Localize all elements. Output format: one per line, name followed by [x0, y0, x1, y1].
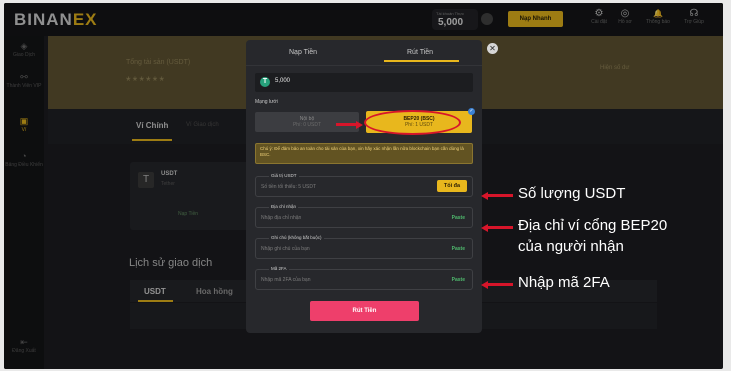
active-tab-indicator: [384, 60, 459, 62]
network-name: Nội bộ: [299, 116, 315, 122]
field-label: Ghi chú (không bắt buộc): [269, 235, 324, 241]
field-placeholder[interactable]: Nhập ghi chú của bạn: [261, 246, 310, 252]
tab-deposit[interactable]: Nạp Tiền: [289, 49, 317, 56]
field-placeholder[interactable]: Nhập mã 2FA của bạn: [261, 277, 310, 283]
withdraw-submit-button[interactable]: Rút Tiền: [310, 301, 419, 321]
field-label: Giá trị USDT: [269, 173, 299, 179]
annotation-usdt-amount: Số lượng USDT: [518, 185, 626, 202]
withdraw-modal: Nạp Tiền Rút Tiền T 5,000 Mạng lưới Nội …: [246, 40, 482, 333]
annotation-address-line2: của người nhận: [518, 238, 624, 255]
tab-withdraw[interactable]: Rút Tiền: [407, 49, 433, 56]
tether-icon: T: [260, 77, 270, 87]
paste-button[interactable]: Paste: [452, 215, 465, 221]
divider: [246, 65, 482, 66]
receive-address-field[interactable]: Địa chỉ nhận Nhập địa chỉ nhận Paste: [255, 204, 473, 228]
paste-button[interactable]: Paste: [452, 246, 465, 252]
available-amount: 5,000: [275, 78, 291, 84]
field-label: Địa chỉ nhận: [269, 204, 299, 210]
usdt-amount-field[interactable]: Giá trị USDT Số tiền tối thiểu: 5 USDT T…: [255, 173, 473, 197]
annotation-address-line1: Địa chỉ ví cổng BEP20: [518, 217, 668, 234]
paste-button[interactable]: Paste: [452, 277, 465, 283]
network-label: Mạng lưới: [255, 99, 278, 105]
balance-display: T 5,000: [255, 73, 473, 92]
network-option-internal[interactable]: Nội bộ Phí: 0 USDT: [255, 112, 359, 132]
field-label: Mã 2FA: [269, 266, 289, 272]
arrow-address: [487, 226, 513, 229]
max-button[interactable]: Tối đa: [437, 180, 467, 192]
arrow-twofa: [487, 283, 513, 286]
close-icon[interactable]: ✕: [487, 43, 498, 54]
arrow-usdt-amount: [487, 194, 513, 197]
annotation-twofa: Nhập mã 2FA: [518, 274, 610, 291]
highlight-ellipse: [364, 110, 461, 135]
arrow-head-icon: [356, 121, 363, 129]
check-icon: ✓: [468, 108, 475, 115]
arrow-to-bep20: [336, 123, 358, 126]
field-placeholder[interactable]: Nhập địa chỉ nhận: [261, 215, 301, 221]
twofa-field[interactable]: Mã 2FA Nhập mã 2FA của bạn Paste: [255, 266, 473, 290]
warning-note: Chú ý: Để đảm bảo an toàn cho tài sản củ…: [255, 143, 473, 164]
memo-field[interactable]: Ghi chú (không bắt buộc) Nhập ghi chú củ…: [255, 235, 473, 259]
field-placeholder[interactable]: Số tiền tối thiểu: 5 USDT: [261, 184, 316, 190]
